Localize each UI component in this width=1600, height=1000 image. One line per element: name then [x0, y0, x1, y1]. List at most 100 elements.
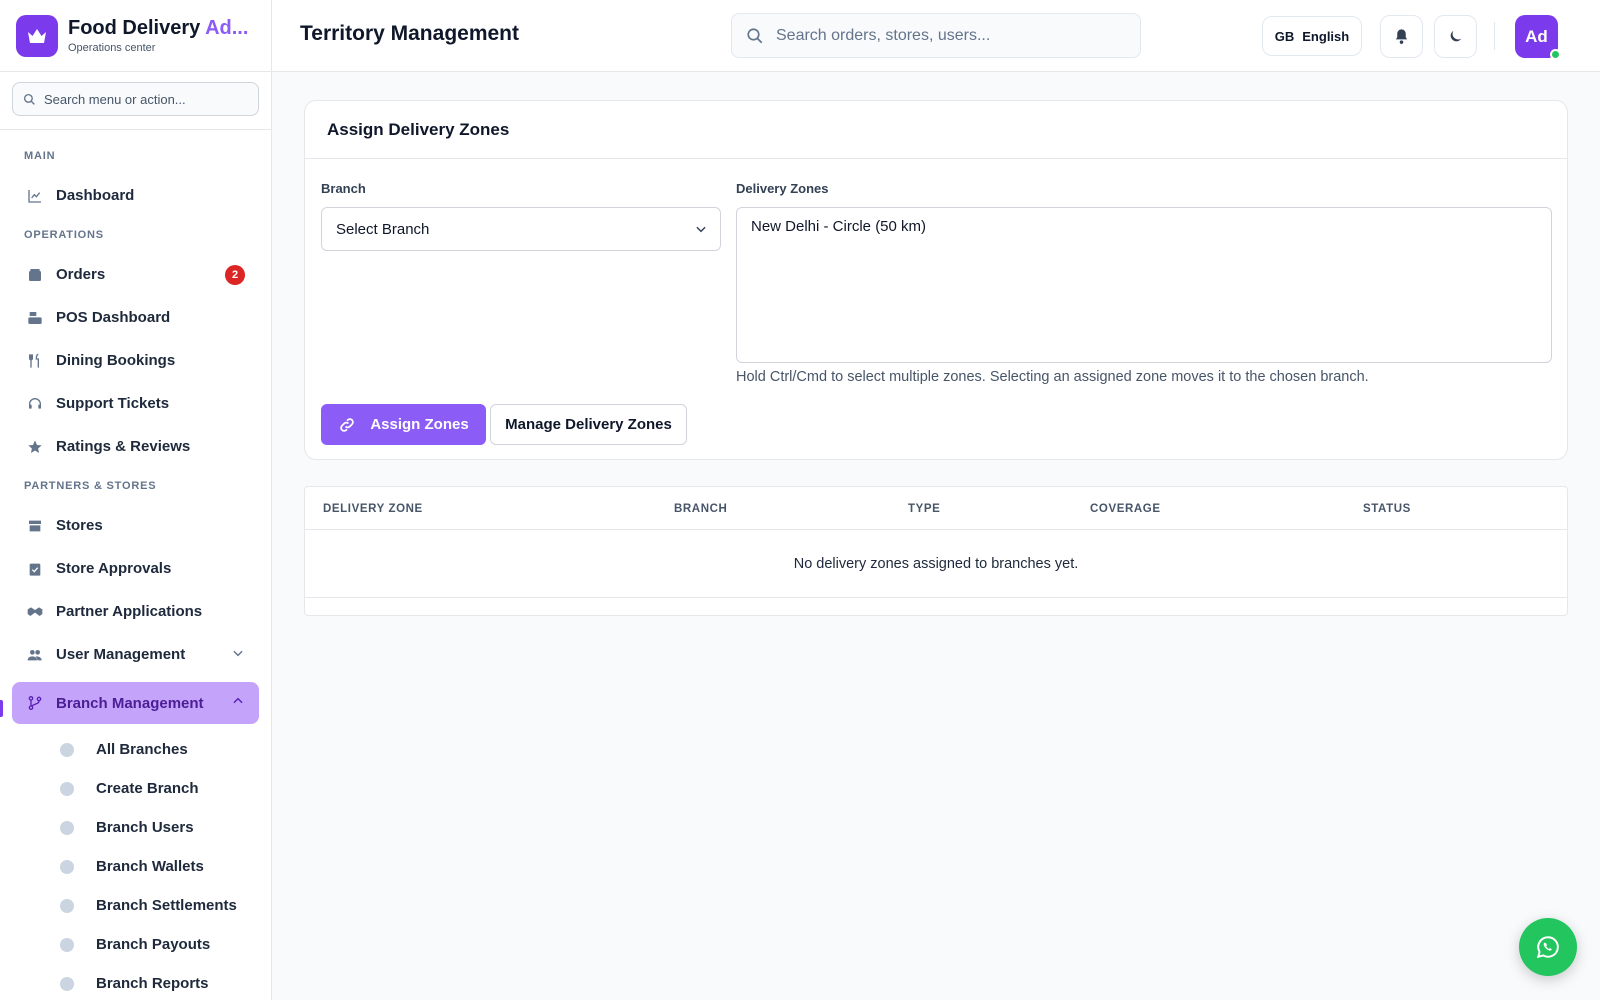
submenu-item-branch-payouts[interactable]: Branch Payouts — [0, 925, 271, 964]
submenu-item-all-branches[interactable]: All Branches — [0, 730, 271, 769]
sidebar-item-dining[interactable]: Dining Bookings — [0, 339, 271, 382]
branch-select[interactable]: Select Branch — [321, 207, 721, 251]
dot-icon — [60, 937, 74, 952]
manage-zones-label: Manage Delivery Zones — [505, 416, 672, 433]
dot-icon — [60, 976, 74, 991]
crown-icon — [16, 14, 58, 57]
column-header[interactable]: STATUS — [1363, 503, 1411, 515]
search-icon — [747, 27, 763, 43]
sidebar-item-label: Store Approvals — [56, 560, 172, 577]
dot-icon — [60, 898, 74, 913]
chevron-up-icon — [231, 694, 245, 712]
handshake-icon — [26, 603, 44, 621]
language-code: GB — [1274, 28, 1295, 44]
headset-icon — [26, 395, 44, 413]
sidebar-item-branch-management[interactable]: Branch Management — [12, 682, 259, 724]
avatar-initials: Ad — [1525, 26, 1548, 46]
submenu-item-label: Branch Payouts — [96, 936, 211, 953]
submenu-item-branch-settlements[interactable]: Branch Settlements — [0, 886, 271, 925]
moon-icon — [1450, 30, 1462, 42]
section-main: MAIN — [24, 150, 56, 162]
sidebar: Food Delivery Ad... Operations center Se… — [0, 0, 272, 1000]
brand[interactable]: Food Delivery Ad... Operations center — [0, 0, 271, 72]
dot-icon — [60, 820, 74, 835]
submenu-item-label: All Branches — [96, 741, 188, 758]
zone-option[interactable]: New Delhi - Circle (50 km) — [751, 218, 1537, 235]
column-header[interactable]: TYPE — [908, 503, 940, 515]
clipboard-check-icon — [26, 560, 44, 578]
branch-submenu: All Branches Create Branch Branch Users … — [0, 730, 271, 1000]
sidebar-item-pos[interactable]: POS Dashboard — [0, 296, 271, 339]
section-operations: OPERATIONS — [24, 229, 104, 241]
sidebar-item-store-approvals[interactable]: Store Approvals — [0, 547, 271, 590]
chevron-down-icon — [694, 222, 708, 240]
sidebar-item-label: Dashboard — [56, 187, 135, 204]
sidebar-item-label: Support Tickets — [56, 395, 170, 412]
utensils-icon — [26, 352, 44, 370]
section-partners: PARTNERS & STORES — [24, 480, 157, 492]
brand-subtitle: Operations center — [68, 42, 156, 54]
column-header[interactable]: DELIVERY ZONE — [323, 503, 423, 515]
search-icon — [23, 93, 35, 105]
theme-toggle-button[interactable] — [1434, 15, 1477, 58]
sidebar-search-placeholder: Search menu or action... — [44, 91, 186, 107]
submenu-item-create-branch[interactable]: Create Branch — [0, 769, 271, 808]
store-icon — [26, 517, 44, 535]
language-button[interactable]: GB English — [1262, 16, 1362, 56]
table-header: DELIVERY ZONE BRANCH TYPE COVERAGE STATU… — [305, 487, 1567, 530]
online-status-dot — [1550, 49, 1561, 60]
submenu-item-branch-users[interactable]: Branch Users — [0, 808, 271, 847]
active-indicator — [0, 700, 3, 717]
sidebar-item-label: Branch Management — [56, 694, 204, 712]
submenu-item-branch-reports[interactable]: Branch Reports — [0, 964, 271, 1000]
sidebar-item-stores[interactable]: Stores — [0, 504, 271, 547]
whatsapp-icon — [1536, 936, 1559, 959]
column-header[interactable]: COVERAGE — [1090, 503, 1161, 515]
dot-icon — [60, 742, 74, 757]
sidebar-nav: MAIN Dashboard OPERATIONS Orders 2 POS D… — [0, 130, 271, 1000]
sidebar-item-partner-applications[interactable]: Partner Applications — [0, 590, 271, 633]
language-label: English — [1302, 28, 1350, 44]
assign-zones-label: Assign Zones — [370, 416, 469, 433]
sidebar-search-input[interactable]: Search menu or action... — [12, 82, 259, 116]
delivery-zones-multiselect[interactable]: New Delhi - Circle (50 km) — [736, 207, 1552, 363]
cash-register-icon — [26, 309, 44, 327]
page-title: Territory Management — [300, 22, 519, 45]
sidebar-item-orders[interactable]: Orders 2 — [0, 253, 271, 296]
top-header: Territory Management Search orders, stor… — [272, 0, 1600, 72]
box-icon — [26, 266, 44, 284]
link-icon — [340, 417, 355, 432]
column-header[interactable]: BRANCH — [674, 503, 727, 515]
assign-zones-card: Assign Delivery Zones Branch Select Bran… — [304, 100, 1568, 460]
sidebar-item-dashboard[interactable]: Dashboard — [0, 174, 271, 217]
sidebar-item-user-management[interactable]: User Management — [0, 633, 271, 676]
delivery-zones-label: Delivery Zones — [736, 181, 829, 196]
zones-table: DELIVERY ZONE BRANCH TYPE COVERAGE STATU… — [304, 486, 1568, 616]
avatar[interactable]: Ad — [1515, 15, 1561, 60]
global-search-placeholder: Search orders, stores, users... — [776, 26, 991, 44]
star-icon — [26, 438, 44, 456]
whatsapp-chat-button[interactable] — [1519, 918, 1577, 976]
sidebar-item-label: Partner Applications — [56, 603, 203, 620]
card-title: Assign Delivery Zones — [305, 101, 1567, 159]
dot-icon — [60, 859, 74, 874]
chevron-down-icon — [231, 646, 245, 664]
sidebar-item-label: Stores — [56, 517, 103, 534]
bell-icon — [1395, 29, 1408, 44]
sidebar-item-label: Dining Bookings — [56, 352, 176, 369]
dot-icon — [60, 781, 74, 796]
sidebar-item-ratings[interactable]: Ratings & Reviews — [0, 425, 271, 468]
global-search-input[interactable]: Search orders, stores, users... — [731, 13, 1141, 58]
code-branch-icon — [26, 694, 44, 712]
sidebar-item-label: POS Dashboard — [56, 309, 171, 326]
manage-delivery-zones-button[interactable]: Manage Delivery Zones — [490, 404, 687, 445]
sidebar-item-label: Orders — [56, 266, 106, 283]
sidebar-item-support[interactable]: Support Tickets — [0, 382, 271, 425]
submenu-item-label: Branch Users — [96, 819, 194, 836]
branch-select-value: Select Branch — [336, 220, 430, 238]
assign-zones-button[interactable]: Assign Zones — [321, 404, 486, 445]
table-empty-state: No delivery zones assigned to branches y… — [305, 530, 1567, 598]
notifications-button[interactable] — [1380, 15, 1423, 58]
submenu-item-branch-wallets[interactable]: Branch Wallets — [0, 847, 271, 886]
chart-line-icon — [26, 187, 44, 205]
